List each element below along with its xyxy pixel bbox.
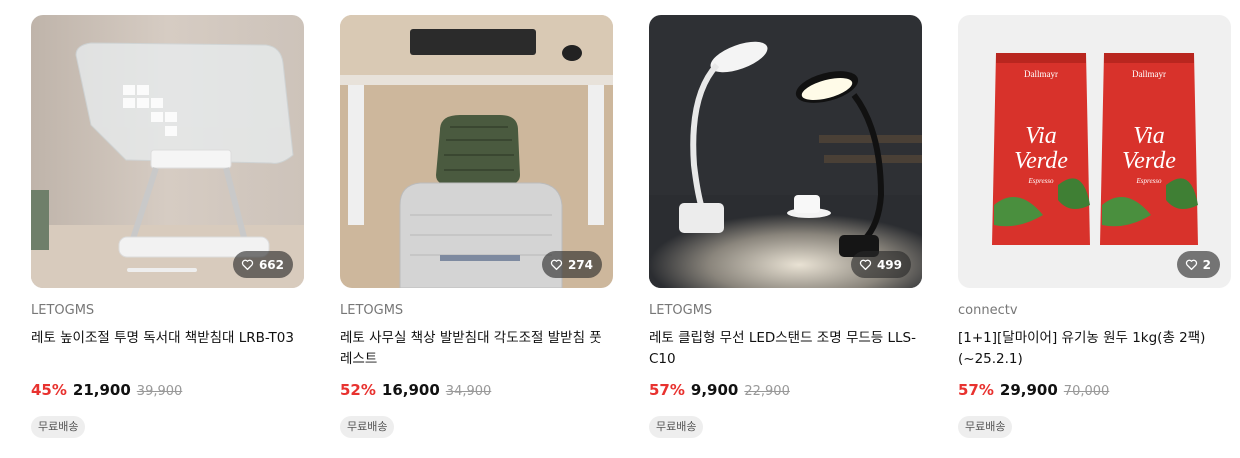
svg-text:Via: Via bbox=[1133, 123, 1165, 149]
price-row: 57% 9,900 22,900 bbox=[649, 381, 790, 399]
heart-outline-icon bbox=[241, 259, 254, 271]
sale-price: 16,900 bbox=[381, 381, 440, 399]
discount-rate: 45% bbox=[31, 381, 67, 399]
like-count: 662 bbox=[258, 257, 284, 272]
product-card-led-lamp[interactable]: 499 LETOGMS 레토 클립형 무선 LED스탠드 조명 무드등 LLS-… bbox=[649, 15, 922, 445]
product-grid: 662 LETOGMS 레토 높이조절 투명 독서대 책받침대 LRB-T03 … bbox=[31, 15, 1231, 445]
footrest-illustration bbox=[340, 15, 613, 288]
free-shipping-badge: 무료배송 bbox=[31, 416, 86, 438]
free-shipping-badge: 무료배송 bbox=[340, 416, 395, 438]
like-count-badge[interactable]: 274 bbox=[541, 251, 602, 278]
free-shipping-badge: 무료배송 bbox=[649, 416, 704, 438]
discount-rate: 57% bbox=[958, 381, 994, 399]
product-image-led-lamp[interactable]: 499 bbox=[649, 15, 922, 288]
book-stand-illustration bbox=[31, 15, 304, 288]
product-title[interactable]: 레토 클립형 무선 LED스탠드 조명 무드등 LLS-C10 bbox=[649, 328, 922, 370]
led-lamp-illustration bbox=[649, 15, 922, 288]
product-image-coffee-beans[interactable]: Dallmayr Via Verde Espresso Dallmayr Via… bbox=[958, 15, 1231, 288]
coffee-packages-illustration: Dallmayr Via Verde Espresso Dallmayr Via… bbox=[958, 15, 1231, 288]
brand-name: LETOGMS bbox=[31, 303, 95, 318]
original-price: 22,900 bbox=[744, 384, 790, 399]
price-row: 45% 21,900 39,900 bbox=[31, 381, 182, 399]
coffee-package-left: Dallmayr Via Verde Espresso bbox=[992, 53, 1090, 245]
brand-name: LETOGMS bbox=[340, 303, 404, 318]
like-count: 274 bbox=[567, 257, 593, 272]
coffee-package-right: Dallmayr Via Verde Espresso bbox=[1100, 53, 1198, 245]
discount-rate: 57% bbox=[649, 381, 685, 399]
product-image-footrest[interactable]: 274 bbox=[340, 15, 613, 288]
product-title[interactable]: [1+1][달마이어] 유기농 원두 1kg(총 2팩) (~25.2.1) bbox=[958, 328, 1231, 370]
product-card-footrest[interactable]: 274 LETOGMS 레토 사무실 책상 발받침대 각도조절 발받침 풋레스트… bbox=[340, 15, 613, 445]
brand-name: connectv bbox=[958, 303, 1018, 318]
product-card-coffee-beans[interactable]: Dallmayr Via Verde Espresso Dallmayr Via… bbox=[958, 15, 1231, 445]
svg-text:Via: Via bbox=[1025, 123, 1057, 149]
like-count-badge[interactable]: 499 bbox=[850, 251, 911, 278]
original-price: 70,000 bbox=[1063, 384, 1110, 399]
product-image-book-stand[interactable]: 662 bbox=[31, 15, 304, 288]
original-price: 39,900 bbox=[136, 384, 183, 399]
heart-outline-icon bbox=[859, 259, 872, 271]
like-count: 2 bbox=[1202, 257, 1211, 272]
price-row: 52% 16,900 34,900 bbox=[340, 381, 491, 399]
brand-name: LETOGMS bbox=[649, 303, 713, 318]
svg-text:Espresso: Espresso bbox=[1027, 177, 1054, 185]
like-count-badge[interactable]: 2 bbox=[1176, 251, 1220, 278]
sale-price: 29,900 bbox=[999, 381, 1058, 399]
heart-outline-icon bbox=[1185, 259, 1197, 271]
heart-outline-icon bbox=[550, 259, 563, 271]
svg-text:Verde: Verde bbox=[1014, 148, 1068, 174]
like-count: 499 bbox=[876, 257, 902, 272]
svg-text:Dallmayr: Dallmayr bbox=[1024, 69, 1058, 79]
product-title[interactable]: 레토 높이조절 투명 독서대 책받침대 LRB-T03 bbox=[31, 328, 304, 349]
like-count-badge[interactable]: 662 bbox=[232, 251, 293, 278]
product-card-book-stand[interactable]: 662 LETOGMS 레토 높이조절 투명 독서대 책받침대 LRB-T03 … bbox=[31, 15, 304, 445]
svg-text:Espresso: Espresso bbox=[1135, 177, 1162, 185]
product-title[interactable]: 레토 사무실 책상 발받침대 각도조절 발받침 풋레스트 bbox=[340, 328, 613, 370]
discount-rate: 52% bbox=[340, 381, 376, 399]
free-shipping-badge: 무료배송 bbox=[958, 416, 1013, 438]
svg-text:Dallmayr: Dallmayr bbox=[1132, 69, 1166, 79]
sale-price: 21,900 bbox=[72, 381, 131, 399]
sale-price: 9,900 bbox=[690, 381, 739, 399]
original-price: 34,900 bbox=[445, 384, 492, 399]
price-row: 57% 29,900 70,000 bbox=[958, 381, 1109, 399]
svg-text:Verde: Verde bbox=[1122, 148, 1176, 174]
